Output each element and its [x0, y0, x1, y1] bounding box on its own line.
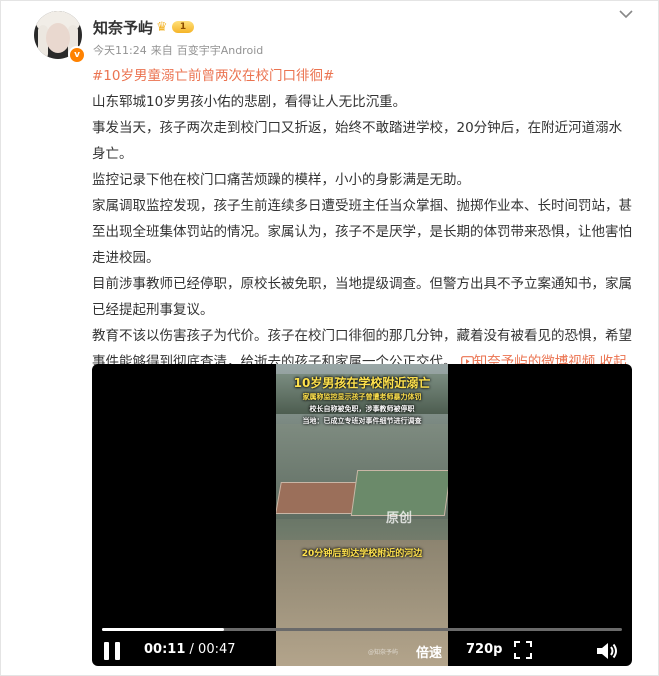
post-paragraph: 家属调取监控发现，孩子生前连续多日遭受班主任当众掌掴、抛掷作业本、长时间罚站，甚…	[92, 198, 632, 266]
chevron-down-icon	[619, 10, 633, 19]
level-badge[interactable]: ♛ 1	[156, 19, 194, 35]
pause-button[interactable]	[104, 642, 120, 660]
post-paragraph: 目前涉事教师已经停职，原校长被免职，当地提级调查。但警方出具不予立案通知书，家属…	[92, 276, 632, 318]
post-source: 百变宇宇Android	[176, 44, 264, 57]
quality-button[interactable]: 720p	[466, 642, 502, 657]
video-player[interactable]: 10岁男孩在学校附近溺亡 家属称监控显示孩子曾遭老师暴力体罚 校长自称被免职，涉…	[92, 364, 632, 666]
video-overlay-line: 校长自称被免职，涉事教师被停职	[309, 405, 415, 413]
progress-fill	[102, 628, 224, 631]
fullscreen-icon	[514, 641, 532, 659]
post-paragraph: 监控记录下他在校门口痛苦烦躁的模样，小小的身影满是无助。	[92, 172, 470, 188]
pause-icon	[104, 642, 120, 660]
video-overlay-caption: 20分钟后到达学校附近的河边	[301, 549, 423, 559]
speed-button[interactable]: 倍速	[416, 642, 442, 661]
hashtag-link[interactable]: #10岁男童溺亡前曾两次在校门口徘徊#	[92, 68, 334, 84]
post-paragraph: 山东郓城10岁男孩小佑的悲剧，看得让人无比沉重。	[92, 94, 407, 110]
video-overlay-line: 当地：已成立专班对事件细节进行调查	[302, 417, 422, 425]
time-display: 00:11 / 00:47	[144, 642, 236, 657]
username[interactable]: 知奈予屿	[93, 17, 153, 38]
post-meta: 今天11:24 来自 百变宇宇Android	[93, 42, 267, 58]
duration: 00:47	[198, 642, 236, 657]
video-frame: 10岁男孩在学校附近溺亡 家属称监控显示孩子曾遭老师暴力体罚 校长自称被免职，涉…	[276, 364, 448, 666]
current-time: 00:11	[144, 642, 186, 657]
video-overlay-line: 家属称监控显示孩子曾遭老师暴力体罚	[302, 393, 422, 401]
level-pill: 1	[172, 21, 194, 33]
post-time[interactable]: 今天11:24	[93, 44, 147, 57]
progress-bar[interactable]	[102, 628, 622, 631]
video-overlay-title: 10岁男孩在学校附近溺亡	[293, 376, 431, 390]
video-controls: 00:11 / 00:47 倍速 720p	[92, 622, 632, 666]
more-menu-button[interactable]	[617, 5, 635, 23]
verified-badge: v	[68, 46, 86, 64]
weibo-post-card: v 知奈予屿 ♛ 1 今天11:24 来自 百变宇宇Android #10岁男童溺亡…	[0, 0, 659, 676]
post-paragraph: 事发当天，孩子两次走到校门口又折返，始终不敢踏进学校，20分钟后，在附近河道溺水…	[92, 120, 623, 162]
crown-icon: ♛	[156, 20, 168, 35]
time-separator: /	[185, 642, 199, 657]
fullscreen-button[interactable]	[514, 641, 532, 659]
post-content: #10岁男童溺亡前曾两次在校门口徘徊# 山东郓城10岁男孩小佑的悲剧，看得让人无…	[92, 63, 632, 401]
volume-icon	[597, 643, 617, 659]
video-watermark: 原创	[386, 511, 413, 526]
volume-button[interactable]	[595, 640, 619, 662]
source-prefix: 来自	[150, 44, 173, 57]
